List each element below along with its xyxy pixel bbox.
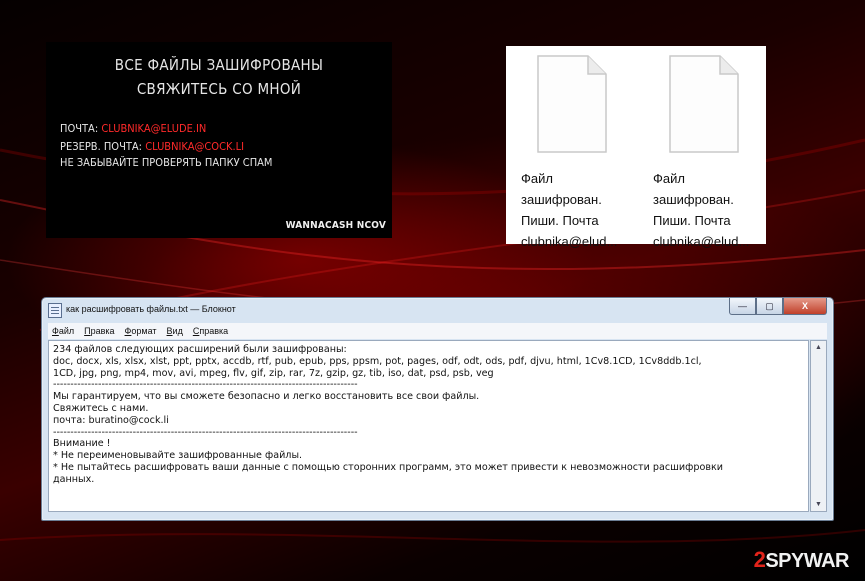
notepad-window: как расшифровать файлы.txt — Блокнот — ▢… [41,297,834,521]
banner-spam-note: НЕ ЗАБЫВАЙТЕ ПРОВЕРЯТЬ ПАПКУ СПАМ [60,156,273,169]
file-icon [537,55,607,153]
text-line: данных. [53,473,95,485]
menu-file[interactable]: Файл [48,323,80,339]
text-line: * Не переименовывайте зашифрованные файл… [53,450,303,462]
menu-view[interactable]: Вид [163,323,189,339]
notepad-icon [48,303,62,318]
text-line: почта: buratino@cock.li [53,414,169,426]
menu-help[interactable]: Справка [189,323,234,339]
window-controls: — ▢ X [729,298,827,316]
window-title: как расшифровать файлы.txt — Блокнот [66,304,236,314]
ransom-banner: ВСЕ ФАЙЛЫ ЗАШИФРОВАНЫ СВЯЖИТЕСЬ СО МНОЙ … [46,42,392,238]
text-line: ----------------------------------------… [53,426,358,438]
file-caption-line: clubnika@elud... [653,234,750,249]
text-line: * Не пытайтесь расшифровать ваши данные … [53,461,724,473]
banner-mail-label: ПОЧТА: [60,122,99,135]
file-icon [669,55,739,153]
text-line: Свяжитесь с нами. [53,402,149,414]
banner-reserve-value: CLUBNIKA@COCK.LI [145,140,245,153]
banner-mail-value: CLUBNIKA@ELUDE.IN [101,122,207,135]
watermark-logo: 2SPYWAR [753,547,850,573]
text-line: ----------------------------------------… [53,379,358,391]
text-editor[interactable]: 234 файлов следующих расширений были заш… [48,340,809,512]
banner-headline-2: СВЯЖИТЕСЬ СО МНОЙ [136,80,302,98]
text-line: 1CD, jpg, png, mp4, mov, avi, mpeg, flv,… [53,367,494,379]
file-caption: Файл зашифрован. Пиши. Почта clubnika@el… [521,168,617,252]
menu-format[interactable]: Формат [121,323,163,339]
file-caption: Файл зашифрован. Пиши. Почта clubnika@el… [653,168,749,252]
watermark-digit: 2 [753,547,766,572]
file-caption-line: зашифрован. [653,192,734,207]
file-caption-line: Пиши. Почта [521,213,599,228]
file-caption-line: Файл [521,171,553,186]
file-caption-line: зашифрован. [521,192,602,207]
encrypted-files-panel: Файл зашифрован. Пиши. Почта clubnika@el… [506,46,766,249]
vertical-scrollbar[interactable]: ▲ ▼ [810,340,827,512]
banner-reserve-row: РЕЗЕРВ. ПОЧТА: CLUBNIKA@COCK.LI [60,140,244,153]
banner-reserve-label: РЕЗЕРВ. ПОЧТА: [60,140,143,153]
banner-mail-row: ПОЧТА: CLUBNIKA@ELUDE.IN [60,122,206,135]
notepad-titlebar[interactable]: как расшифровать файлы.txt — Блокнот — ▢… [42,298,833,322]
file-caption-line: clubnika@elud... [521,234,618,249]
text-line: 234 файлов следующих расширений были заш… [53,344,347,355]
minimize-button[interactable]: — [729,298,756,315]
text-line: doc, docx, xls, xlsx, xlst, ppt, pptx, a… [53,355,702,367]
watermark-text: SPYWAR [765,550,849,572]
banner-brand: WANNACASH NCOV [285,220,386,231]
text-line: Внимание ! [53,438,111,450]
menu-edit[interactable]: Правка [80,323,120,339]
menu-bar: Файл Правка Формат Вид Справка [48,323,827,339]
maximize-button[interactable]: ▢ [756,298,783,315]
scroll-down-icon[interactable]: ▼ [814,500,823,509]
close-button[interactable]: X [783,298,827,315]
file-caption-line: Файл [653,171,685,186]
banner-headline-1: ВСЕ ФАЙЛЫ ЗАШИФРОВАНЫ [114,56,324,74]
scroll-up-icon[interactable]: ▲ [814,343,823,352]
file-caption-line: Пиши. Почта [653,213,731,228]
text-line: Мы гарантируем, что вы сможете безопасно… [53,391,480,403]
